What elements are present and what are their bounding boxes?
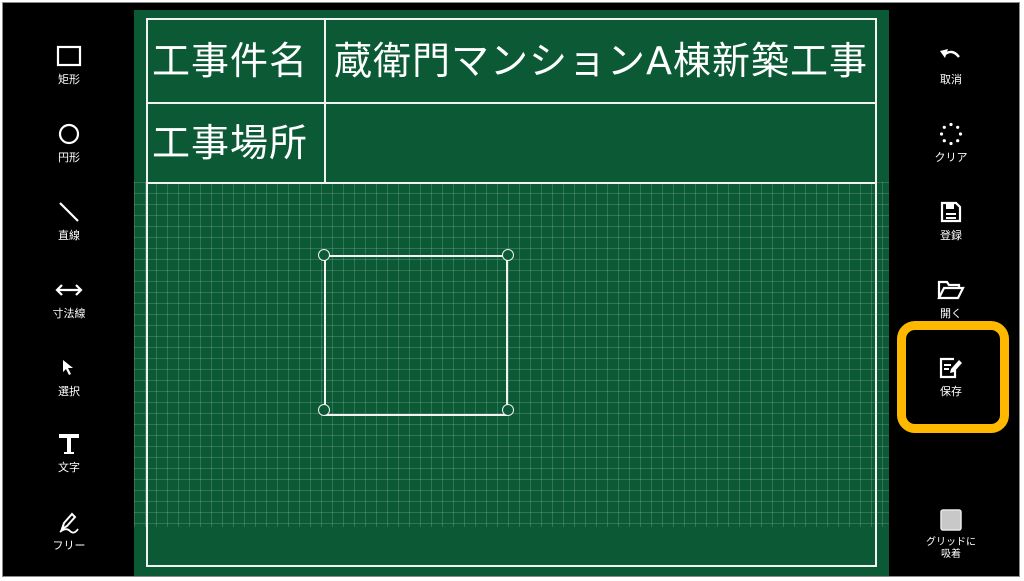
save-disk-icon [936,197,966,227]
free-draw-tool-button[interactable]: フリー [19,507,119,573]
clear-spinner-icon [936,119,966,149]
folder-open-icon [936,275,966,305]
text-tool-button[interactable]: 文字 [19,429,119,495]
resize-handle-bottom-right[interactable] [502,404,514,416]
board-frame: 工事件名 蔵衛門マンションA棟新築工事 工事場所 [146,18,877,567]
register-label: 登録 [940,229,962,242]
resize-handle-top-left[interactable] [318,249,330,261]
right-toolbar: 取消 クリア 登録 開く 保存 グリッドに 吸着 [891,3,1021,576]
circle-icon [54,119,84,149]
resize-handle-bottom-left[interactable] [318,404,330,416]
board-row-value[interactable]: 蔵衛門マンションA棟新築工事 [334,39,868,83]
circle-tool-label: 円形 [58,151,80,164]
blackboard: 工事件名 蔵衛門マンションA棟新築工事 工事場所 [134,10,889,576]
pen-free-draw-icon [54,507,84,537]
rectangle-tool-button[interactable]: 矩形 [19,41,119,107]
text-t-icon [54,429,84,459]
row-divider [148,182,875,184]
clear-label: クリア [934,151,968,164]
clear-button[interactable]: クリア [901,119,1001,185]
save-button-highlight [897,321,1009,433]
line-tool-button[interactable]: 直線 [19,197,119,263]
checkbox-icon [936,505,966,535]
select-tool-label: 選択 [58,385,80,398]
rectangle-tool-label: 矩形 [58,73,80,86]
dimension-line-tool-button[interactable]: 寸法線 [19,275,119,341]
text-tool-label: 文字 [58,461,80,474]
undo-label: 取消 [940,73,962,86]
open-label: 開く [940,307,962,320]
circle-tool-button[interactable]: 円形 [19,119,119,185]
rectangle-icon [54,41,84,71]
dimension-line-tool-label: 寸法線 [52,307,86,320]
select-tool-button[interactable]: 選択 [19,353,119,419]
selected-rectangle-shape[interactable] [324,255,508,416]
board-row-label[interactable]: 工事場所 [152,121,308,165]
register-button[interactable]: 登録 [901,197,1001,263]
undo-button[interactable]: 取消 [901,41,1001,107]
resize-handle-top-right[interactable] [502,249,514,261]
line-icon [54,197,84,227]
left-toolbar: 矩形 円形 直線 寸法線 選択 文字 フリー [3,3,133,576]
grid-snap-toggle[interactable]: グリッドに 吸着 [901,505,1001,565]
free-draw-tool-label: フリー [52,539,86,552]
undo-icon [936,41,966,71]
column-divider [324,20,326,184]
grid-snap-label: グリッドに 吸着 [926,537,976,560]
dimension-line-icon [54,275,84,305]
row-divider [148,102,875,104]
board-row-label[interactable]: 工事件名 [152,39,308,83]
line-tool-label: 直線 [58,229,80,242]
app-screen: 矩形 円形 直線 寸法線 選択 文字 フリー 工事件名 蔵衛門マンションA棟新築… [2,2,1020,577]
cursor-arrow-icon [54,353,84,383]
